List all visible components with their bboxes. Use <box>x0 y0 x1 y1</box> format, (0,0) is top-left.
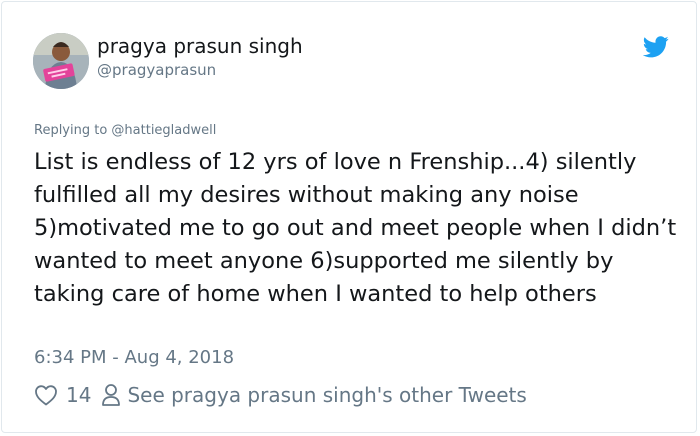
twitter-bird-icon[interactable] <box>642 36 669 58</box>
heart-outline-icon[interactable] <box>34 384 58 406</box>
author-handle[interactable]: @pragyaprasun <box>97 61 216 79</box>
tweet-text: List is endless of 12 yrs of love n Fren… <box>34 149 677 307</box>
person-outline-icon <box>101 383 121 407</box>
tweet-timestamp[interactable]: 6:34 PM - Aug 4, 2018 <box>34 347 234 368</box>
other-tweets-link[interactable]: See pragya prasun singh's other Tweets <box>127 383 526 407</box>
replying-to-label[interactable]: Replying to @hattiegladwell <box>34 123 216 138</box>
author-name[interactable]: pragya prasun singh <box>97 34 303 58</box>
like-count: 14 <box>66 383 92 407</box>
tweet-card: pragya prasun singh @pragyaprasun Replyi… <box>1 1 697 433</box>
tweet-actions: 14 See pragya prasun singh's other Tweet… <box>34 381 527 409</box>
avatar-photo <box>33 33 89 89</box>
avatar[interactable] <box>33 33 89 89</box>
